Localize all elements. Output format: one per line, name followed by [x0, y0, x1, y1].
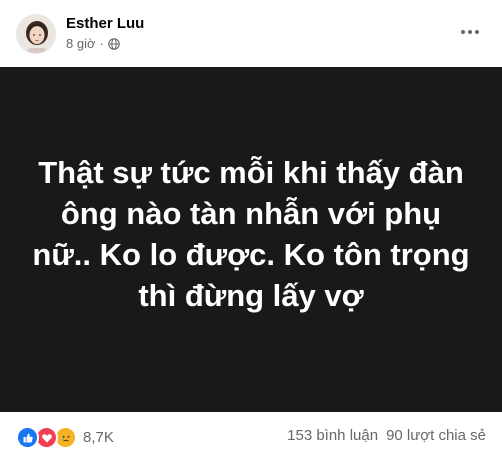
like-icon: [16, 426, 39, 449]
globe-icon[interactable]: [108, 37, 120, 50]
more-options-icon[interactable]: [458, 22, 482, 42]
post-meta: 8 giờ ·: [66, 36, 120, 51]
post-header: Esther Luu 8 giờ ·: [0, 0, 502, 66]
author-name[interactable]: Esther Luu: [66, 15, 144, 32]
engagement-stats: 153 bình luận 90 lượt chia sẻ: [287, 427, 486, 444]
comments-count[interactable]: 153 bình luận: [287, 427, 378, 444]
post-footer: 8,7K 153 bình luận 90 lượt chia sẻ: [0, 412, 502, 458]
author-avatar[interactable]: [16, 14, 56, 54]
text-post-banner[interactable]: Thật sự tức mỗi khi thấy đàn ông nào tàn…: [0, 67, 502, 412]
reaction-count[interactable]: 8,7K: [83, 429, 114, 446]
reaction-summary[interactable]: 8,7K: [16, 426, 114, 449]
post-time[interactable]: 8 giờ: [66, 36, 96, 51]
post-card: Esther Luu 8 giờ · Thật sự tức mỗi khi t…: [0, 0, 502, 458]
meta-separator: ·: [99, 36, 104, 51]
post-text: Thật sự tức mỗi khi thấy đàn ông nào tàn…: [32, 154, 470, 313]
shares-count[interactable]: 90 lượt chia sẻ: [386, 427, 486, 444]
